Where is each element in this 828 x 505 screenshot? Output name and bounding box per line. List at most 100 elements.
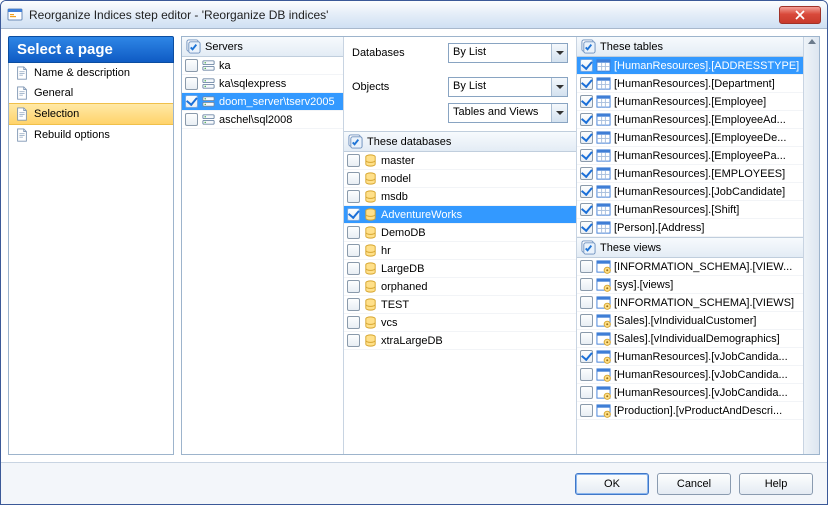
cancel-button[interactable]: Cancel [657,473,731,495]
checkbox[interactable] [580,332,593,345]
view-row[interactable]: [Sales].[vIndividualDemographics] [577,330,803,348]
table-row[interactable]: [HumanResources].[Shift] [577,201,803,219]
page-icon [15,86,29,100]
checkbox[interactable] [580,221,593,234]
checkbox[interactable] [580,113,593,126]
help-button[interactable]: Help [739,473,813,495]
database-row[interactable]: vcs [344,314,576,332]
sidebar-item[interactable]: Selection [9,103,173,125]
database-row[interactable]: hr [344,242,576,260]
checkbox[interactable] [580,296,593,309]
table-row[interactable]: [HumanResources].[ADDRESSTYPE] [577,57,803,75]
databases-filter-row: Databases By List [344,37,576,63]
page-icon [15,107,29,121]
editor-panels: Servers kaka\sqlexpressdoom_server\tserv… [181,36,820,455]
close-button[interactable] [779,6,821,24]
database-row[interactable]: orphaned [344,278,576,296]
checkbox[interactable] [580,131,593,144]
checkbox[interactable] [185,59,198,72]
checkbox[interactable] [347,154,360,167]
checkbox[interactable] [580,368,593,381]
table-row[interactable]: [HumanResources].[EmployeeDe... [577,129,803,147]
server-row[interactable]: doom_server\tserv2005 [182,93,343,111]
sidebar-item[interactable]: Name & description [9,63,173,83]
sidebar-item[interactable]: General [9,83,173,103]
sidebar-item[interactable]: Rebuild options [9,125,173,145]
checkbox[interactable] [347,190,360,203]
view-row[interactable]: [INFORMATION_SCHEMA].[VIEW... [577,258,803,276]
checkbox[interactable] [347,280,360,293]
checkbox[interactable] [580,95,593,108]
server-row[interactable]: aschel\sql2008 [182,111,343,129]
checkbox[interactable] [580,278,593,291]
checkbox[interactable] [580,350,593,363]
checkbox[interactable] [347,316,360,329]
database-row[interactable]: DemoDB [344,224,576,242]
server-row[interactable]: ka\sqlexpress [182,75,343,93]
checkbox[interactable] [347,262,360,275]
titlebar[interactable]: Reorganize Indices step editor - 'Reorga… [1,1,827,29]
view-row[interactable]: [Sales].[vIndividualCustomer] [577,312,803,330]
databases-combo[interactable]: By List [448,43,568,63]
close-icon [795,10,805,20]
view-row[interactable]: [INFORMATION_SCHEMA].[VIEWS] [577,294,803,312]
checkbox[interactable] [580,149,593,162]
checkbox[interactable] [580,185,593,198]
view-row[interactable]: [Production].[vProductAndDescri... [577,402,803,420]
checkbox[interactable] [347,334,360,347]
checkbox[interactable] [347,226,360,239]
database-row[interactable]: TEST [344,296,576,314]
checkbox[interactable] [580,77,593,90]
view-row[interactable]: [HumanResources].[vJobCandida... [577,384,803,402]
database-row[interactable]: xtraLargeDB [344,332,576,350]
table-row[interactable]: [Person].[Address] [577,219,803,237]
database-row[interactable]: AdventureWorks [344,206,576,224]
checkbox[interactable] [185,77,198,90]
view-row[interactable]: [HumanResources].[vJobCandida... [577,348,803,366]
ic-tbl-icon [596,58,611,73]
item-label: [Person].[Address] [614,222,705,234]
ic-tbl-icon [596,166,611,181]
object-type-combo[interactable]: Tables and Views [448,103,568,123]
table-row[interactable]: [HumanResources].[JobCandidate] [577,183,803,201]
item-label: [Sales].[vIndividualCustomer] [614,315,756,327]
checkbox[interactable] [580,260,593,273]
check3-icon [348,134,363,149]
server-row[interactable]: ka [182,57,343,75]
checkbox[interactable] [580,314,593,327]
checkbox[interactable] [580,386,593,399]
ok-button[interactable]: OK [575,473,649,495]
databases-combo-value: By List [449,44,551,62]
database-row[interactable]: msdb [344,188,576,206]
database-row[interactable]: master [344,152,576,170]
item-label: [HumanResources].[ADDRESSTYPE] [614,60,799,72]
table-row[interactable]: [HumanResources].[EmployeePa... [577,147,803,165]
ic-srv-icon [201,58,216,73]
table-row[interactable]: [HumanResources].[EmployeeAd... [577,111,803,129]
table-row[interactable]: [HumanResources].[EMPLOYEES] [577,165,803,183]
sidebar-item-label: General [34,87,73,99]
checkbox[interactable] [347,244,360,257]
item-label: hr [381,245,391,257]
checkbox[interactable] [347,298,360,311]
checkbox[interactable] [347,208,360,221]
checkbox[interactable] [580,59,593,72]
checkbox[interactable] [580,203,593,216]
item-label: [HumanResources].[EmployeeDe... [614,132,786,144]
checkbox[interactable] [347,172,360,185]
table-row[interactable]: [HumanResources].[Department] [577,75,803,93]
objects-combo[interactable]: By List [448,77,568,97]
check3-icon [581,39,596,54]
checkbox[interactable] [580,404,593,417]
checkbox[interactable] [580,167,593,180]
scrollbar[interactable] [803,37,819,454]
checkbox[interactable] [185,95,198,108]
database-row[interactable]: LargeDB [344,260,576,278]
table-row[interactable]: [HumanResources].[Employee] [577,93,803,111]
view-row[interactable]: [HumanResources].[vJobCandida... [577,366,803,384]
database-row[interactable]: model [344,170,576,188]
item-label: [sys].[views] [614,279,673,291]
checkbox[interactable] [185,113,198,126]
view-row[interactable]: [sys].[views] [577,276,803,294]
sidebar-item-label: Selection [34,108,79,120]
